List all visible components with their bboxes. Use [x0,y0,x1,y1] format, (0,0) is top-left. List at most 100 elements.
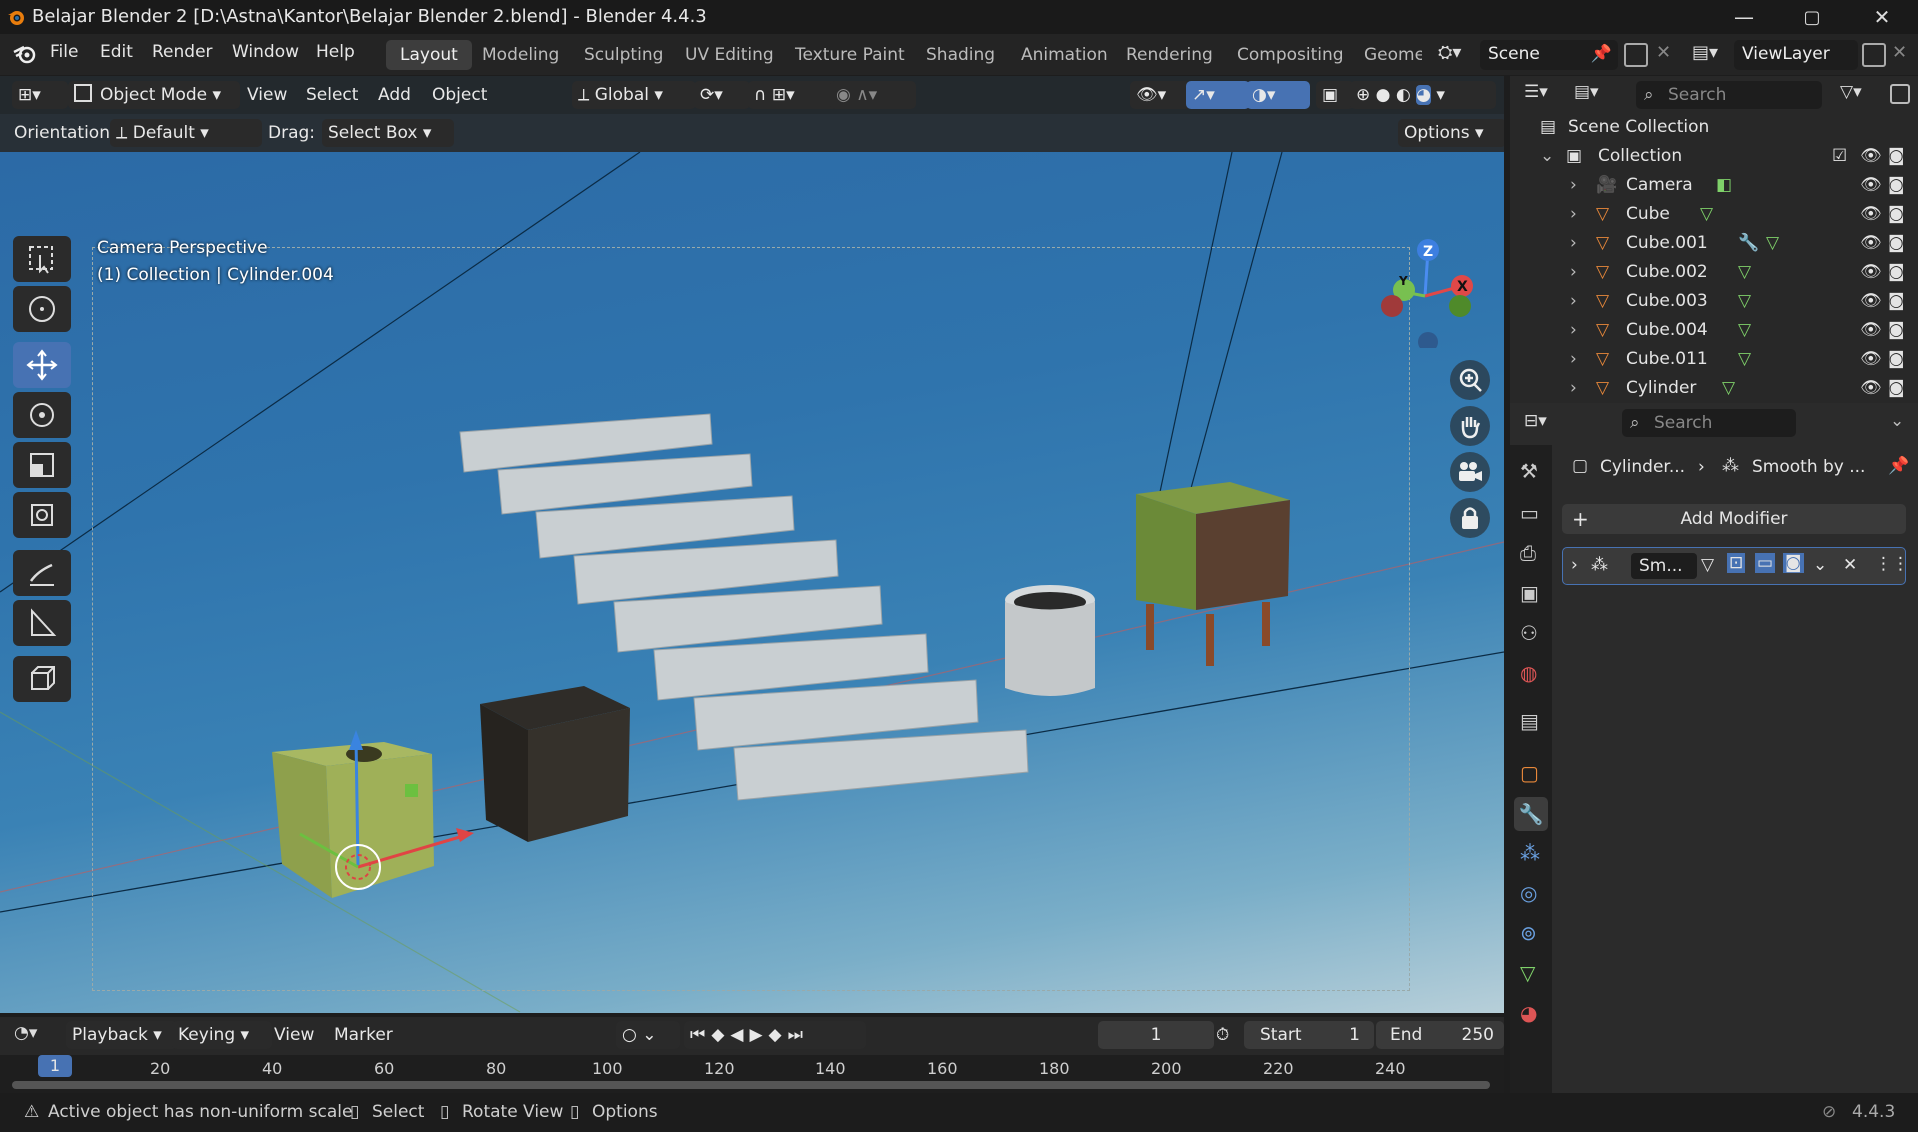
overlay-toggle[interactable]: ◑▾ [1246,81,1310,109]
add-cube-tool[interactable] [13,656,71,702]
render-camera-icon[interactable]: ◙ [1888,233,1905,253]
outliner-collection[interactable]: ⌄ ▣ Collection ☑ 👁 ◙ [1510,142,1918,171]
wireframe-shading-icon[interactable]: ⊕ [1356,85,1370,105]
scene-selector-icon[interactable]: ⛭▾ [1438,42,1476,68]
pin-icon[interactable]: 📌 [1591,44,1612,64]
view-layer-selector-icon[interactable]: ▤▾ [1692,42,1730,68]
chevron-right-icon[interactable]: › [1570,349,1577,369]
visibility-eye-icon[interactable]: 👁 [1860,146,1882,166]
tab-compositing[interactable]: Compositing [1223,40,1358,70]
tab-modeling[interactable]: Modeling [468,40,573,70]
outliner-scene-collection[interactable]: ▤ Scene Collection [1510,113,1918,142]
outliner-item-cylinder[interactable]: › ▽ Cylinder ▽ 👁 ◙ [1510,374,1918,403]
menu-add[interactable]: Add [372,81,417,109]
tab-geometry-nodes[interactable]: Geome [1350,40,1422,70]
render-camera-icon[interactable]: ◙ [1888,291,1905,311]
chevron-down-icon[interactable]: ⌄ [1540,146,1554,166]
chevron-right-icon[interactable]: › [1570,204,1577,224]
visibility-eye-icon[interactable]: 👁 [1860,233,1882,253]
shading-modes[interactable]: ⊕ ● ◐ ◕ ▾ [1350,81,1496,109]
new-scene-icon[interactable] [1624,43,1648,67]
menu-help[interactable]: Help [316,42,355,62]
keying-menu[interactable]: Keying ▾ [172,1021,272,1049]
outliner-search-input[interactable]: ⌕ Search [1636,81,1822,109]
cage-toggle-icon[interactable]: ⊡ [1727,553,1746,573]
chevron-right-icon[interactable]: › [1570,233,1577,253]
output-tab-icon[interactable]: ⎙ [1520,541,1536,565]
jump-end-icon[interactable]: ⏭ [788,1025,809,1045]
playhead-frame-indicator[interactable]: 1 [38,1055,72,1077]
drag-handle-icon[interactable]: ⋮⋮ [1875,554,1909,574]
snap-toggle[interactable]: ∩ ⊞▾ [748,81,838,109]
chevron-down-icon[interactable]: ⌄ [1890,411,1904,431]
particles-tab-icon[interactable]: ⁂ [1520,841,1540,865]
visibility-eye-icon[interactable]: 👁 [1860,291,1882,311]
pin-icon[interactable]: 📌 [1888,456,1909,476]
timeline-view-menu[interactable]: View [268,1021,320,1049]
mode-dropdown[interactable]: Object Mode ▾ [68,81,240,109]
scene-name-field[interactable]: Scene 📌 [1480,40,1618,70]
add-modifier-button[interactable]: + Add Modifier [1562,504,1906,534]
visibility-eye-icon[interactable]: 👁 [1860,175,1882,195]
visibility-dropdown[interactable]: 👁▾ [1130,81,1190,109]
chevron-right-icon[interactable]: › [1570,291,1577,311]
blender-menu-icon[interactable] [12,43,38,65]
play-icon[interactable]: ▶ [749,1025,768,1045]
menu-render[interactable]: Render [152,42,213,62]
tab-sculpting[interactable]: Sculpting [570,40,677,70]
options-dropdown[interactable]: Options ▾ [1398,119,1504,147]
tab-rendering[interactable]: Rendering [1112,40,1227,70]
end-frame-field[interactable]: End 250 [1376,1021,1504,1049]
menu-window[interactable]: Window [232,42,299,62]
outliner-item-cube-003[interactable]: › ▽ Cube.003 ▽ 👁 ◙ [1510,287,1918,316]
annotate-tool[interactable] [13,550,71,596]
tab-shading[interactable]: Shading [912,40,1009,70]
measure-tool[interactable] [13,600,71,646]
playback-controls[interactable]: ⏮◆◀▶◆⏭ [684,1021,866,1049]
tab-layout[interactable]: Layout [386,40,472,70]
select-box-tool[interactable] [13,236,71,282]
timeline-editor-type-button[interactable]: ◔▾ [14,1023,37,1043]
chevron-down-icon[interactable]: ⌄ [1813,555,1827,575]
material-tab-icon[interactable]: ◕ [1520,1001,1537,1025]
outliner-editor-type-button[interactable]: ☰▾ [1524,82,1564,108]
start-frame-field[interactable]: Start 1 [1244,1021,1374,1049]
play-reverse-icon[interactable]: ◀ [730,1025,749,1045]
properties-editor-type-button[interactable]: ⊟▾ [1524,411,1547,431]
gizmo-toggle[interactable]: ↗▾ [1186,81,1250,109]
visibility-eye-icon[interactable]: 👁 [1860,349,1882,369]
new-view-layer-icon[interactable] [1862,43,1886,67]
render-camera-icon[interactable]: ◙ [1888,349,1905,369]
delete-view-layer-icon[interactable]: ✕ [1892,42,1907,63]
navigation-gizmo[interactable]: Z Y X [1370,238,1480,348]
visibility-eye-icon[interactable]: 👁 [1860,378,1882,398]
constraints-tab-icon[interactable]: ⊚ [1520,921,1537,945]
render-camera-icon[interactable]: ◙ [1888,175,1905,195]
xray-toggle[interactable]: ▣ [1316,81,1354,109]
chevron-right-icon[interactable]: › [1571,555,1578,575]
preview-range-icon[interactable]: ⏱ [1210,1021,1235,1049]
close-button[interactable]: ✕ [1852,0,1912,34]
chevron-right-icon[interactable]: › [1570,378,1577,398]
chevron-right-icon[interactable]: › [1570,320,1577,340]
render-toggle-icon[interactable]: ◙ [1783,553,1804,573]
tool-tab-icon[interactable]: ⚒ [1520,459,1538,483]
menu-select[interactable]: Select [300,81,364,109]
outliner-item-cube-002[interactable]: › ▽ Cube.002 ▽ 👁 ◙ [1510,258,1918,287]
chevron-right-icon[interactable]: › [1570,262,1577,282]
next-keyframe-icon[interactable]: ◆ [769,1025,788,1045]
object-tab-icon[interactable]: ▢ [1520,761,1539,785]
3d-viewport[interactable]: Camera Perspective (1) Collection | Cyli… [0,76,1504,1013]
cursor-tool[interactable] [13,286,71,332]
menu-edit[interactable]: Edit [100,42,133,62]
maximize-button[interactable]: ▢ [1782,0,1842,34]
render-camera-icon[interactable]: ◙ [1888,262,1905,282]
lock-camera-button[interactable] [1450,498,1490,538]
viewport-display-toggle-icon[interactable]: ▭ [1755,553,1776,573]
transform-tool[interactable] [13,492,71,538]
orientation-dropdown[interactable]: ⟂ Default ▾ [110,119,262,147]
modifier-panel[interactable]: › ⁂ Sm... ▽ ⊡ ▭ ◙ ⌄ ✕ ⋮⋮ [1562,547,1909,585]
playback-menu[interactable]: Playback ▾ [66,1021,178,1049]
auto-keying-toggle[interactable]: ○ ⌄ [616,1021,680,1049]
current-frame-field[interactable]: 1 [1098,1021,1214,1049]
